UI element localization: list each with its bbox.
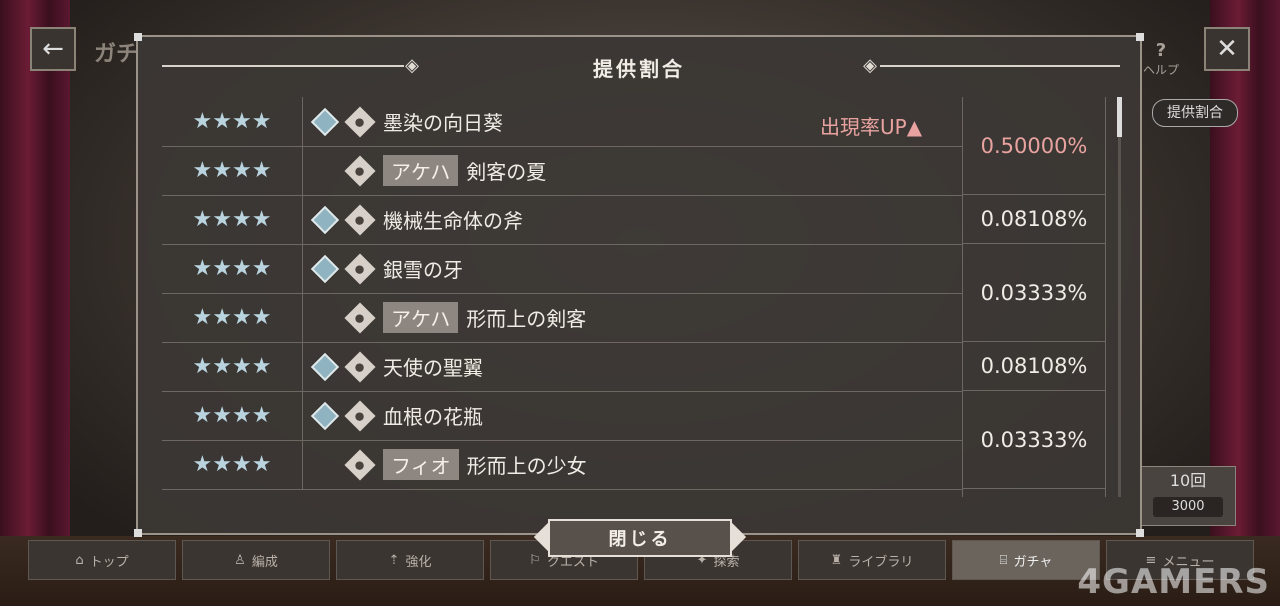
close-button-label: 閉じる bbox=[548, 519, 732, 557]
ten-roll-button[interactable]: 10回 3000 bbox=[1140, 466, 1236, 526]
nav-label: 編成 bbox=[251, 554, 278, 570]
item-name-text: 天使の聖翼 bbox=[383, 356, 483, 380]
table-row: ★★★★ ● アケハ 剣客の夏 bbox=[162, 146, 962, 196]
table-row: ★★★★ ● 銀雪の牙 bbox=[162, 244, 962, 294]
rarity-stars: ★★★★ bbox=[162, 342, 303, 391]
screen-title: ガチ bbox=[94, 42, 139, 67]
arrow-left-icon: ← bbox=[42, 34, 64, 64]
table-row: ★★★★ ● 墨染の向日葵 bbox=[162, 97, 962, 147]
rate-cell: 0.50000% bbox=[963, 97, 1105, 195]
item-name-text: 機械生命体の斧 bbox=[383, 209, 523, 233]
item-name-text: 形而上の少女 bbox=[466, 454, 587, 478]
nav-item[interactable]: ⌂ トップ bbox=[28, 540, 176, 580]
question-icon: ? bbox=[1155, 40, 1167, 61]
rarity-stars: ★★★★ bbox=[162, 146, 303, 195]
back-button[interactable]: ← bbox=[30, 27, 76, 71]
rarity-stars: ★★★★ bbox=[162, 244, 303, 293]
scrollbar[interactable] bbox=[1117, 97, 1122, 497]
corner-ornament bbox=[1136, 529, 1144, 537]
item-type-icon: ● bbox=[344, 350, 376, 383]
curtain-left bbox=[0, 0, 70, 606]
item-name: 機械生命体の斧 bbox=[383, 205, 523, 234]
rate-cell: 0.08108% bbox=[963, 342, 1105, 391]
nav-icon: ♜ bbox=[830, 552, 843, 568]
item-type-icon: ● bbox=[344, 105, 376, 138]
rarity-stars: ★★★★ bbox=[162, 293, 303, 342]
item-type-icon: ● bbox=[344, 154, 376, 187]
item-type-icon: ● bbox=[344, 448, 376, 481]
character-tag: アケハ bbox=[383, 155, 459, 186]
rates-modal: ◈ 提供割合 ◈ 出現率UP▲ 0.50000% 0.08108% 0.03333%… bbox=[134, 33, 1144, 537]
close-button[interactable]: 閉じる bbox=[533, 519, 747, 557]
item-name: フィオ 形而上の少女 bbox=[383, 449, 587, 480]
corner-ornament bbox=[134, 529, 142, 537]
item-name-text: 剣客の夏 bbox=[466, 160, 547, 184]
item-type-icon: ● bbox=[344, 399, 376, 432]
item-name-text: 銀雪の牙 bbox=[383, 258, 463, 282]
corner-ornament bbox=[1136, 33, 1144, 41]
item-name-text: 血根の花瓶 bbox=[383, 405, 483, 429]
nav-item[interactable]: ♜ ライブラリ bbox=[798, 540, 946, 580]
rate-column: 0.50000% 0.08108% 0.03333% 0.08108% 0.03333% bbox=[962, 97, 1106, 497]
ten-roll-cost: 3000 bbox=[1153, 497, 1223, 517]
gem-icon bbox=[310, 205, 340, 234]
help-button[interactable]: ? ヘルプ bbox=[1142, 40, 1180, 78]
item-name: 血根の花瓶 bbox=[383, 401, 483, 430]
item-name: 天使の聖翼 bbox=[383, 352, 483, 381]
rate-cell: 0.08108% bbox=[963, 195, 1105, 244]
nav-icon: ⇡ bbox=[388, 552, 400, 568]
help-label: ヘルプ bbox=[1142, 63, 1179, 77]
rarity-stars: ★★★★ bbox=[162, 391, 303, 440]
item-name: アケハ 形而上の剣客 bbox=[383, 302, 586, 333]
rate-cell: 0.03333% bbox=[963, 391, 1105, 489]
item-name: 銀雪の牙 bbox=[383, 254, 463, 283]
item-type-icon: ● bbox=[344, 203, 376, 236]
table-row: ★★★★ ● フィオ 形而上の少女 bbox=[162, 440, 962, 490]
nav-icon: ⌸ bbox=[999, 552, 1008, 568]
character-tag: フィオ bbox=[383, 449, 459, 480]
rarity-stars: ★★★★ bbox=[162, 97, 303, 146]
item-name-text: 形而上の剣客 bbox=[466, 307, 587, 331]
rarity-stars: ★★★★ bbox=[162, 440, 303, 489]
gem-icon bbox=[310, 401, 340, 430]
nav-label: ガチャ bbox=[1013, 554, 1053, 570]
rates-table: 出現率UP▲ 0.50000% 0.08108% 0.03333% 0.08108% 0… bbox=[162, 97, 1106, 497]
watermark: 4GAMERS bbox=[1077, 562, 1270, 602]
nav-label: ライブラリ bbox=[848, 554, 914, 570]
rarity-stars: ★★★★ bbox=[162, 195, 303, 244]
ten-roll-label: 10回 bbox=[1169, 471, 1207, 490]
nav-label: トップ bbox=[89, 554, 129, 570]
rates-tab-button[interactable]: 提供割合 bbox=[1152, 99, 1238, 127]
gem-icon bbox=[310, 107, 340, 136]
close-icon-button[interactable]: ✕ bbox=[1204, 27, 1250, 71]
corner-ornament bbox=[134, 33, 142, 41]
table-row: ★★★★ ● 機械生命体の斧 bbox=[162, 195, 962, 245]
nav-label: 強化 bbox=[405, 554, 432, 570]
scroll-thumb[interactable] bbox=[1117, 97, 1122, 137]
rate-cell: 0.03333% bbox=[963, 244, 1105, 342]
table-row: ★★★★ ● 天使の聖翼 bbox=[162, 342, 962, 392]
item-name: 墨染の向日葵 bbox=[383, 107, 503, 136]
nav-icon: ♙ bbox=[234, 552, 246, 568]
nav-item[interactable]: ⇡ 強化 bbox=[336, 540, 484, 580]
item-name-text: 墨染の向日葵 bbox=[383, 111, 503, 135]
gem-icon bbox=[310, 352, 340, 381]
table-row: ★★★★ ● アケハ 形而上の剣客 bbox=[162, 293, 962, 343]
diamond-ornament-icon: ◈ bbox=[863, 55, 877, 76]
title-rule-right bbox=[880, 65, 1120, 67]
item-name: アケハ 剣客の夏 bbox=[383, 155, 546, 186]
nav-item[interactable]: ♙ 編成 bbox=[182, 540, 330, 580]
close-icon: ✕ bbox=[1216, 34, 1238, 64]
character-tag: アケハ bbox=[383, 302, 459, 333]
item-type-icon: ● bbox=[344, 301, 376, 334]
item-type-icon: ● bbox=[344, 252, 376, 285]
gem-icon bbox=[310, 254, 340, 283]
table-row: ★★★★ ● 血根の花瓶 bbox=[162, 391, 962, 441]
nav-icon: ⌂ bbox=[75, 552, 84, 568]
modal-title: 提供割合 bbox=[593, 57, 685, 81]
